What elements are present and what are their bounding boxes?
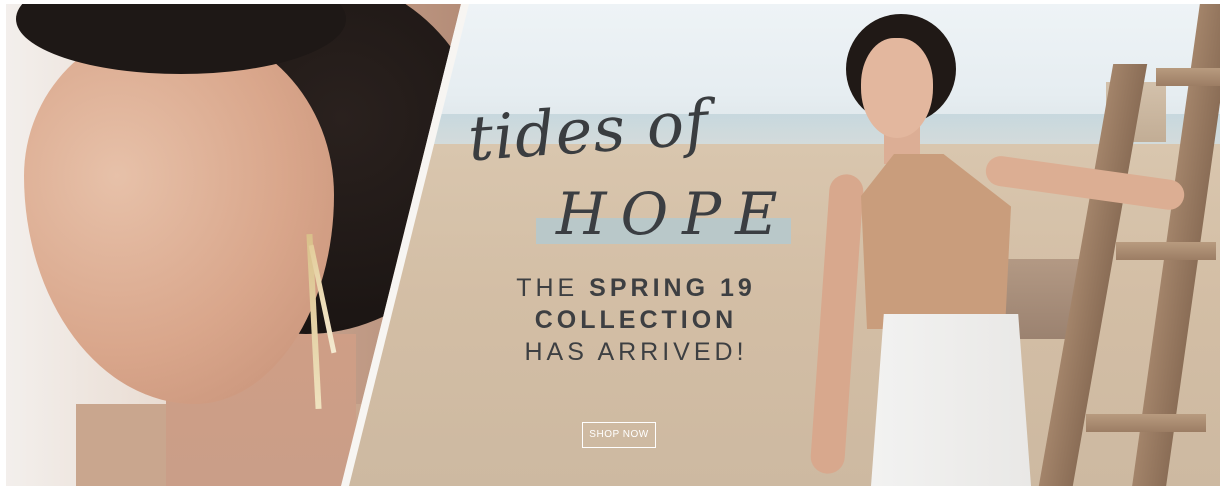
stairs-step — [1086, 414, 1206, 432]
tagline-line-2: COLLECTION — [476, 304, 796, 336]
tagline-line-1: THE SPRING 19 — [476, 272, 796, 304]
hero-banner[interactable]: tides of HOPE THE SPRING 19 COLLECTION H… — [6, 4, 1220, 486]
model-face — [861, 38, 933, 138]
model-skirt — [871, 314, 1031, 486]
shop-now-button[interactable]: SHOP NOW — [582, 422, 656, 448]
stairs-step — [1116, 242, 1216, 260]
model-arm — [809, 173, 865, 475]
script-title: tides of — [465, 85, 712, 176]
tagline-highlight: COLLECTION — [534, 306, 738, 334]
main-title: HOPE — [556, 180, 792, 248]
stairs-step — [1156, 68, 1220, 86]
tagline-highlight: SPRING 19 — [589, 274, 756, 302]
lifeguard-stairs — [1038, 4, 1220, 486]
tagline-text: THE — [516, 274, 590, 302]
collection-tagline: THE SPRING 19 COLLECTION HAS ARRIVED! — [476, 272, 796, 368]
model-photo-right — [809, 14, 1187, 486]
model-face — [24, 24, 334, 404]
tagline-line-3: HAS ARRIVED! — [524, 338, 748, 366]
